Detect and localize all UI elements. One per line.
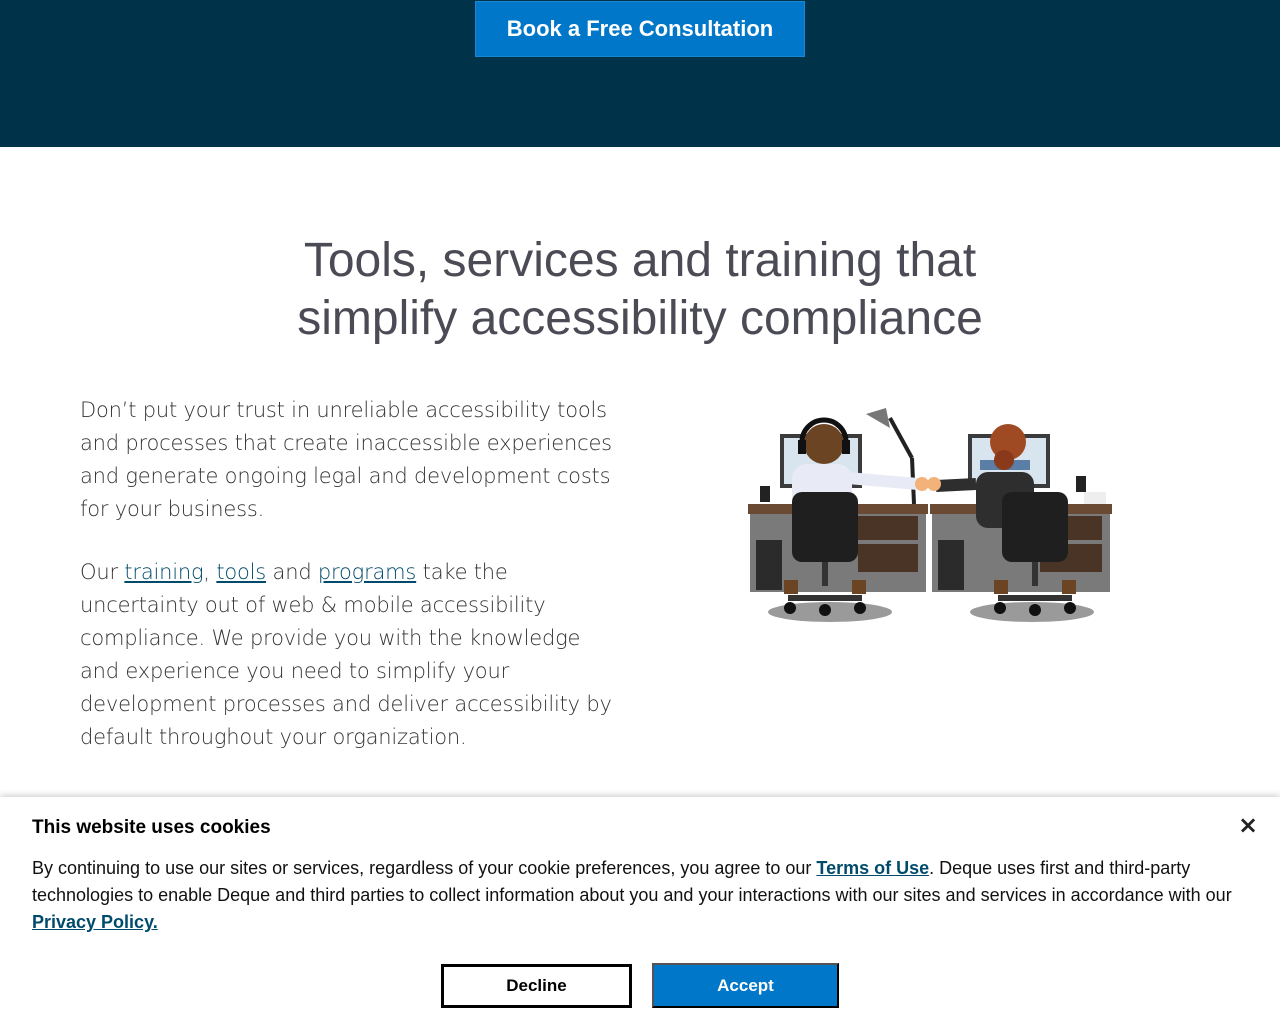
paragraph-sep-1: , (203, 560, 217, 584)
paragraph-prefix: Our (80, 560, 125, 584)
privacy-policy-link[interactable]: Privacy Policy. (32, 912, 158, 932)
accept-button[interactable]: Accept (652, 963, 839, 1008)
paragraph-sep-2: and (266, 560, 318, 584)
training-link[interactable]: training (124, 560, 203, 584)
cookie-text-before-terms: By continuing to use our sites or servic… (32, 858, 817, 878)
cookie-banner: This website uses cookies × By continuin… (0, 797, 1280, 1024)
programs-link[interactable]: programs (318, 560, 416, 584)
paragraph-suffix: take the uncertainty out of web & mobile… (80, 560, 612, 749)
intro-paragraph: Don’t put your trust in unreliable acces… (80, 398, 612, 521)
page-headline: Tools, services and training that simpli… (240, 232, 1040, 348)
services-paragraph: Our training, tools and programs take th… (80, 556, 620, 754)
cookie-message: By continuing to use our sites or servic… (32, 855, 1232, 936)
coworkers-illustration (748, 408, 1112, 622)
close-icon[interactable]: × (1236, 813, 1260, 837)
tools-link[interactable]: tools (216, 560, 266, 584)
headline-line-1: Tools, services and training that (303, 234, 977, 287)
terms-of-use-link[interactable]: Terms of Use (816, 858, 929, 878)
hero-banner: Book a Free Consultation (0, 0, 1280, 147)
headline-line-2: simplify accessibility compliance (297, 292, 983, 345)
cookie-title: This website uses cookies (32, 817, 271, 838)
book-consultation-button[interactable]: Book a Free Consultation (475, 1, 805, 57)
decline-button[interactable]: Decline (441, 964, 632, 1008)
